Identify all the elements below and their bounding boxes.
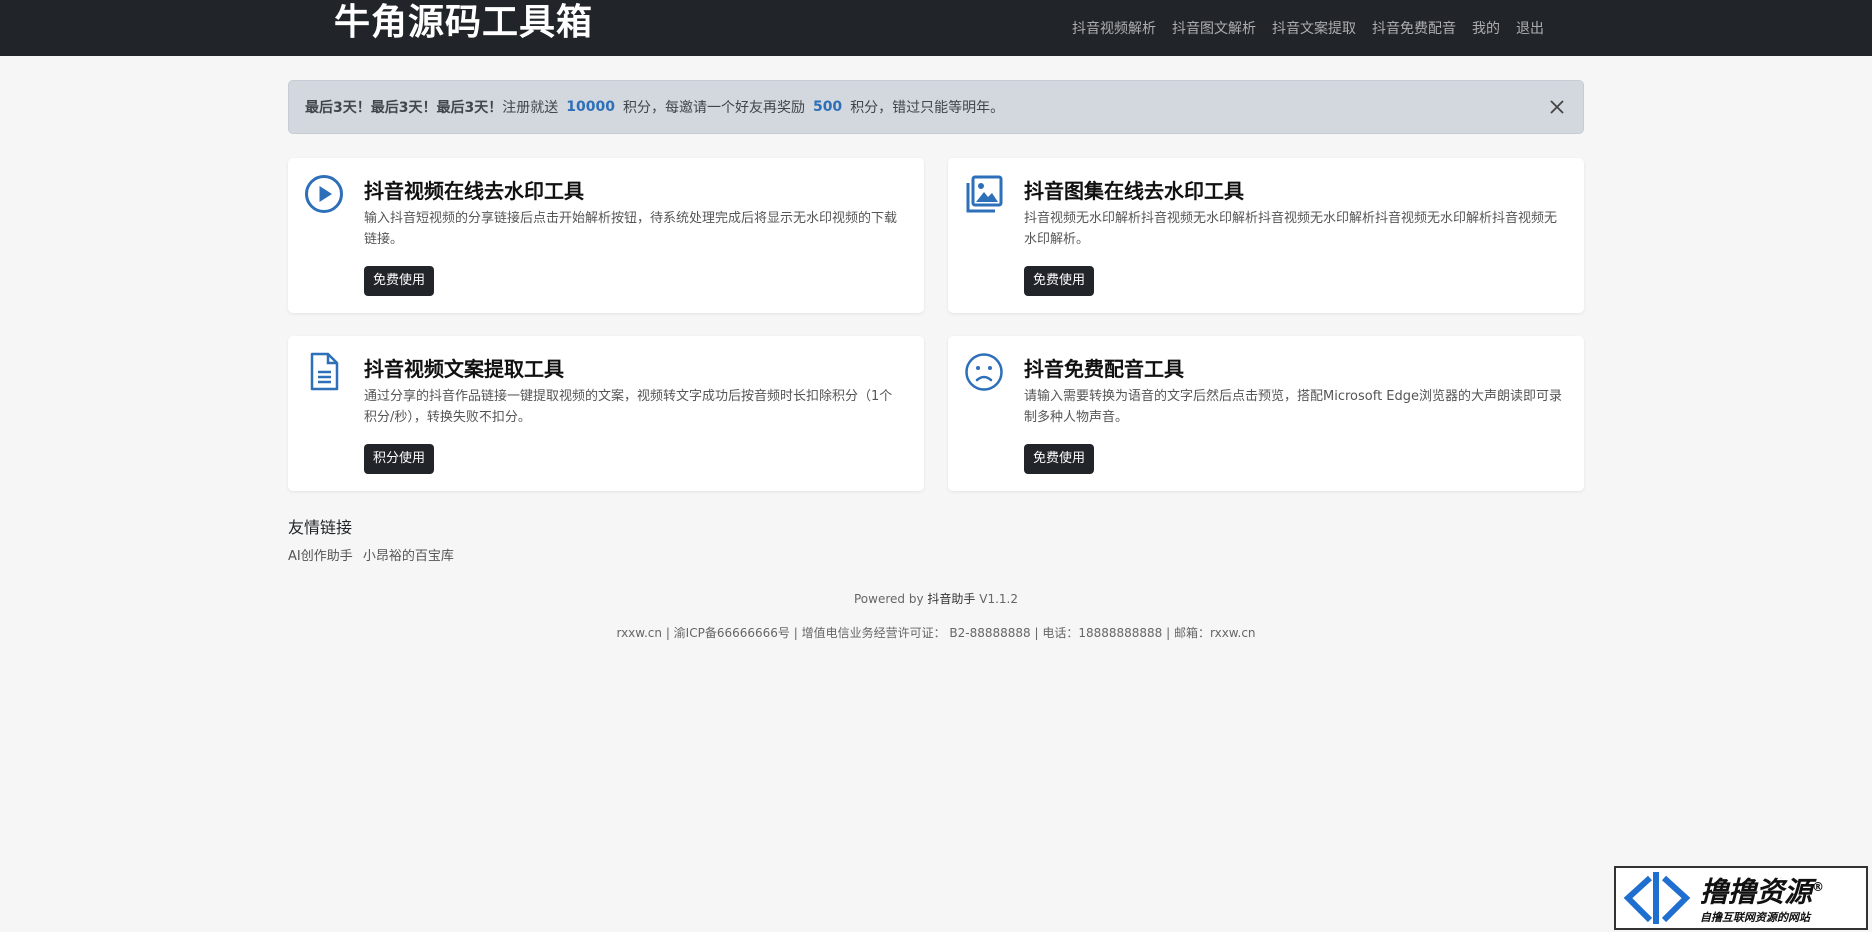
- powered-app-link[interactable]: 抖音助手: [927, 592, 975, 606]
- watermark-main: 撸撸资源®: [1700, 875, 1825, 909]
- alert-points-invite: 500: [812, 99, 843, 115]
- watermark-logo-icon: [1623, 872, 1691, 924]
- nav-item-free-dubbing[interactable]: 抖音免费配音: [1372, 18, 1456, 38]
- nav-item-image-parse[interactable]: 抖音图文解析: [1172, 18, 1256, 38]
- powered-prefix: Powered by: [854, 592, 924, 606]
- watermark-sub: 自撸互联网资源的网站: [1700, 910, 1810, 924]
- play-circle-icon: [305, 175, 343, 213]
- free-use-button[interactable]: 免费使用: [364, 266, 435, 296]
- card-title: 抖音视频在线去水印工具: [364, 179, 584, 203]
- nav-item-logout[interactable]: 退出: [1516, 18, 1544, 38]
- friend-links-title: 友情链接: [288, 518, 353, 537]
- alert-text-1: 注册就送: [502, 100, 559, 116]
- card-title: 抖音免费配音工具: [1024, 357, 1184, 381]
- card-title: 抖音图集在线去水印工具: [1024, 179, 1244, 203]
- nav-item-video-parse[interactable]: 抖音视频解析: [1072, 18, 1156, 38]
- friend-link[interactable]: 小昂裕的百宝库: [363, 549, 454, 564]
- card-description: 输入抖音短视频的分享链接后点击开始解析按钮，待系统处理完成后将显示无水印视频的下…: [364, 211, 898, 247]
- card-description: 抖音视频无水印解析抖音视频无水印解析抖音视频无水印解析抖音视频无水印解析抖音视频…: [1024, 211, 1558, 247]
- nav-item-copy-extract[interactable]: 抖音文案提取: [1272, 18, 1356, 38]
- footer-beian: rxxw.cn | 渝ICP备66666666号 | 增值电信业务经营许可证： …: [616, 626, 1256, 640]
- promo-alert: 最后3天！最后3天！最后3天！ 注册就送 10000 积分，每邀请一个好友再奖励…: [288, 80, 1584, 134]
- watermark-text: 撸撸资源® 自撸互联网资源的网站: [1700, 871, 1824, 924]
- tool-card-video-watermark: 抖音视频在线去水印工具 输入抖音短视频的分享链接后点击开始解析按钮，待系统处理完…: [288, 158, 924, 313]
- file-text-icon: [310, 352, 339, 391]
- close-icon[interactable]: [1547, 97, 1567, 117]
- card-title: 抖音视频文案提取工具: [364, 357, 564, 381]
- alert-text-3: 积分，错过只能等明年。: [850, 100, 1005, 116]
- nav-item-mine[interactable]: 我的: [1472, 18, 1500, 38]
- app-version: V1.1.2: [979, 592, 1018, 606]
- nav-menu: 抖音视频解析 抖音图文解析 抖音文案提取 抖音免费配音 我的 退出: [1072, 18, 1544, 38]
- points-use-button[interactable]: 积分使用: [364, 444, 435, 474]
- watermark-badge: 撸撸资源® 自撸互联网资源的网站: [1614, 866, 1868, 930]
- friend-links: AI创作助手 小昂裕的百宝库: [288, 545, 460, 564]
- friend-link[interactable]: AI创作助手: [288, 549, 353, 564]
- free-use-button[interactable]: 免费使用: [1024, 266, 1095, 296]
- navbar: 牛角源码工具箱 抖音视频解析 抖音图文解析 抖音文案提取 抖音免费配音 我的 退…: [0, 0, 1872, 56]
- tool-card-copy-extract: 抖音视频文案提取工具 通过分享的抖音作品链接一键提取视频的文案，视频转文字成功后…: [288, 336, 924, 491]
- card-description: 通过分享的抖音作品链接一键提取视频的文案，视频转文字成功后按音频时长扣除积分（1…: [364, 389, 893, 425]
- powered-by: Powered by 抖音助手 V1.1.2: [0, 590, 1872, 607]
- card-description: 请输入需要转换为语音的文字后然后点击预览，搭配Microsoft Edge浏览器…: [1024, 389, 1563, 425]
- free-use-button[interactable]: 免费使用: [1024, 444, 1095, 474]
- images-icon: [966, 175, 1003, 213]
- tool-card-image-watermark: 抖音图集在线去水印工具 抖音视频无水印解析抖音视频无水印解析抖音视频无水印解析抖…: [948, 158, 1584, 313]
- frown-face-icon: [965, 353, 1003, 391]
- brand-logo[interactable]: 牛角源码工具箱: [334, 0, 593, 46]
- alert-strong-text: 最后3天！最后3天！最后3天！: [305, 100, 503, 116]
- alert-text-2: 积分，每邀请一个好友再奖励: [622, 100, 805, 116]
- alert-points-register: 10000: [566, 99, 615, 115]
- tool-card-free-dubbing: 抖音免费配音工具 请输入需要转换为语音的文字后然后点击预览，搭配Microsof…: [948, 336, 1584, 491]
